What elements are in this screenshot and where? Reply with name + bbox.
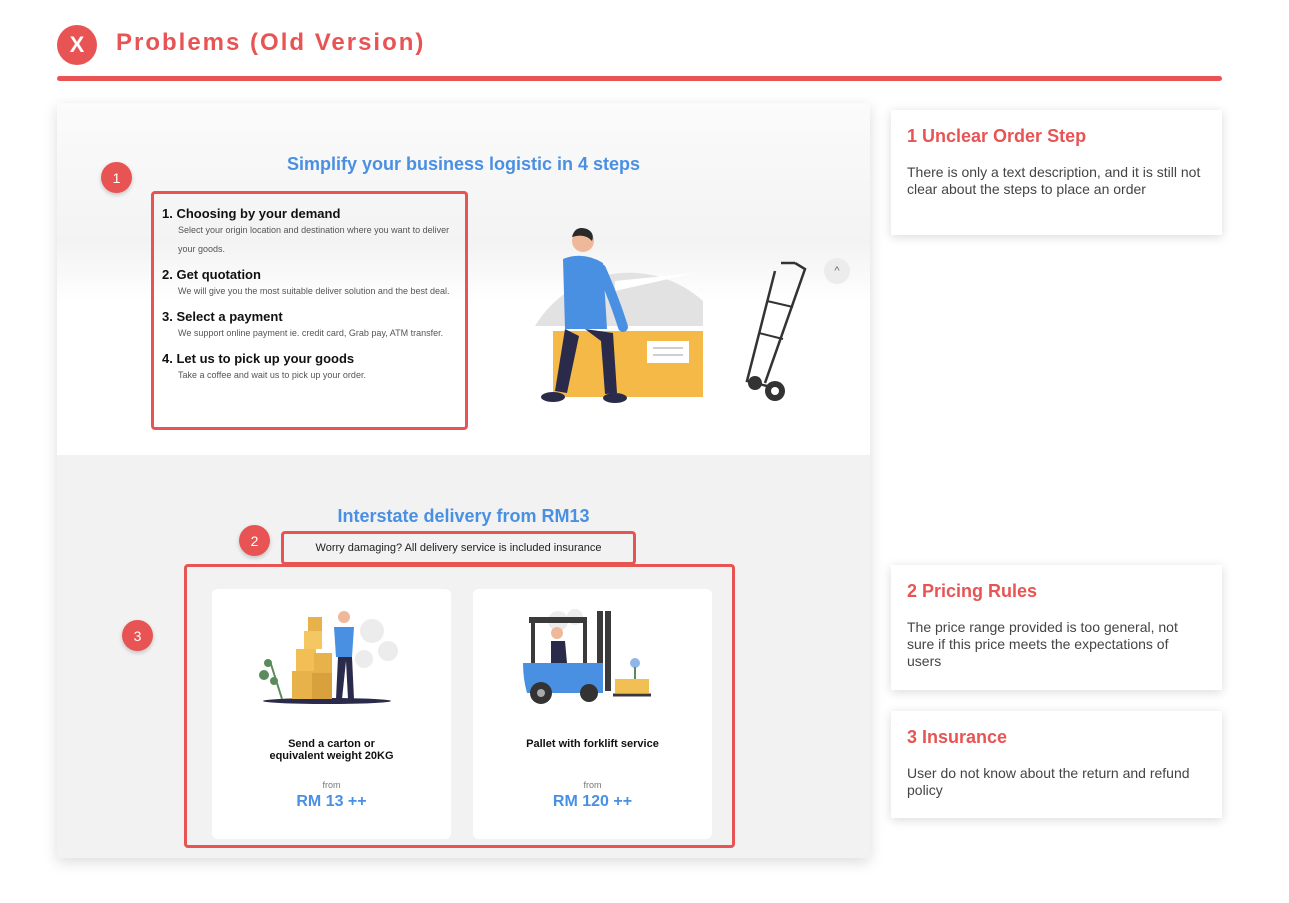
steps-highlight-box: 1. Choosing by your demand Select your o… xyxy=(151,191,468,430)
step-heading: 3. Select a payment xyxy=(162,309,283,324)
insurance-highlight-box: Worry damaging? All delivery service is … xyxy=(281,531,636,565)
step-heading: 4. Let us to pick up your goods xyxy=(162,351,355,366)
step-item: 3. Select a payment We support online pa… xyxy=(162,309,457,343)
note-title: 2 Pricing Rules xyxy=(907,581,1038,601)
pricing-card-title: Pallet with forklift service xyxy=(473,738,712,750)
card-title-line: Send a carton or xyxy=(288,738,375,750)
note-title: 3 Insurance xyxy=(907,727,1008,747)
from-label: from xyxy=(322,780,341,790)
delivery-man-illustration xyxy=(535,228,807,403)
step-description: Take a coffee and wait us to pick up you… xyxy=(178,370,366,380)
step-description: We support online payment ie. credit car… xyxy=(178,328,444,338)
note-title: 1 Unclear Order Step xyxy=(907,126,1087,146)
annotation-badge-3: 3 xyxy=(122,620,153,651)
card-title-line: equivalent weight 20KG xyxy=(269,750,394,762)
step-item: 4. Let us to pick up your goods Take a c… xyxy=(162,351,457,385)
website-mockup: Simplify your business logistic in 4 ste… xyxy=(57,103,870,858)
steps-section-title: Simplify your business logistic in 4 ste… xyxy=(286,154,641,174)
note-card-pricing: 2 Pricing Rules The price range provided… xyxy=(891,565,1222,690)
pricing-card-title: Send a carton or equivalent weight 20KG xyxy=(212,738,451,762)
close-x-icon: X xyxy=(57,25,97,65)
carton-boxes-illustration xyxy=(259,611,398,704)
steps-section: Simplify your business logistic in 4 ste… xyxy=(57,103,870,455)
step-item: 2. Get quotation We will give you the mo… xyxy=(162,267,457,301)
page-title: Problems (Old Version) xyxy=(116,29,426,56)
price-text: RM 120 ++ xyxy=(552,793,633,810)
forklift-illustration xyxy=(523,609,651,704)
pricing-card-pallet[interactable]: Pallet with forklift service from RM 120… xyxy=(473,589,712,839)
delivery-section-title: Interstate delivery from RM13 xyxy=(337,506,590,526)
note-text: The price range provided is too general,… xyxy=(907,619,1178,669)
note-text: User do not know about the return and re… xyxy=(907,765,1190,798)
note-text: There is only a text description, and it… xyxy=(907,164,1201,197)
step-heading: 2. Get quotation xyxy=(162,267,261,282)
card-title-line: Pallet with forklift service xyxy=(526,738,659,750)
insurance-text: Worry damaging? All delivery service is … xyxy=(315,542,602,554)
step-description: We will give you the most suitable deliv… xyxy=(178,286,450,296)
note-card-insurance: 3 Insurance User do not know about the r… xyxy=(891,711,1222,818)
note-card-order-step: 1 Unclear Order Step There is only a tex… xyxy=(891,110,1222,235)
annotation-badge-1: 1 xyxy=(101,162,132,193)
annotation-badge-2: 2 xyxy=(239,525,270,556)
pricing-card-carton[interactable]: Send a carton or equivalent weight 20KG … xyxy=(212,589,451,839)
from-label: from xyxy=(583,780,602,790)
header-divider xyxy=(57,76,1222,81)
scroll-up-button[interactable]: ^ xyxy=(824,258,850,284)
step-heading: 1. Choosing by your demand xyxy=(162,206,341,221)
step-item: 1. Choosing by your demand Select your o… xyxy=(162,206,457,259)
pricing-highlight-box: Send a carton or equivalent weight 20KG … xyxy=(184,564,735,848)
price-text: RM 13 ++ xyxy=(296,793,367,810)
step-description: Select your origin location and destinat… xyxy=(178,225,450,254)
